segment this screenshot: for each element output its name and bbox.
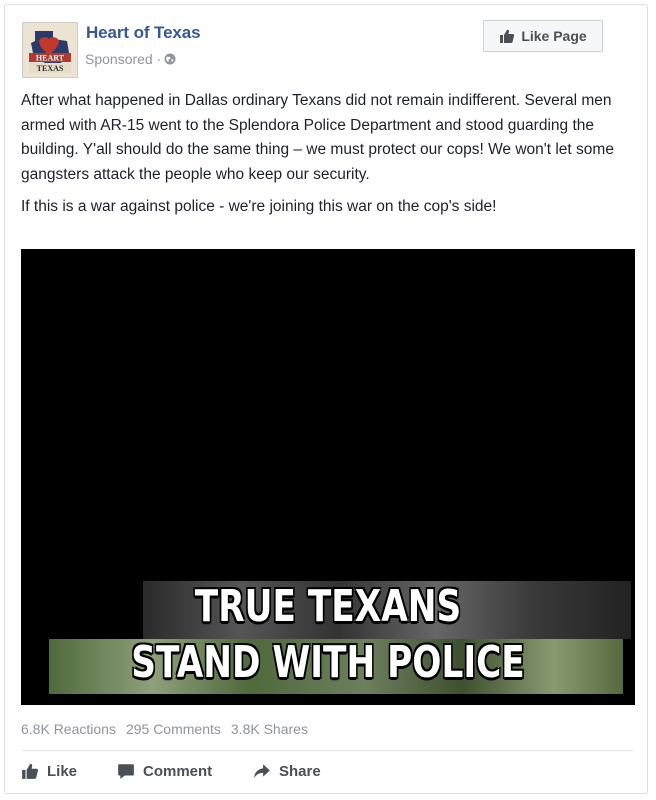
image-caption-line-2: STAND WITH POLICE xyxy=(131,637,525,688)
like-page-label: Like Page xyxy=(521,28,587,44)
post-paragraph-2: If this is a war against police - we're … xyxy=(21,198,497,215)
sponsored-text[interactable]: Sponsored · xyxy=(85,51,161,67)
sponsored-post-card: HEART TEXAS Heart of Texas Sponsored · L… xyxy=(4,4,648,794)
page-avatar[interactable]: HEART TEXAS xyxy=(22,22,78,78)
share-arrow-icon xyxy=(253,762,271,780)
like-label: Like xyxy=(47,762,78,780)
thumbs-up-icon xyxy=(21,762,39,780)
comments-count[interactable]: 295 Comments xyxy=(126,721,221,737)
post-text: After what happened in Dallas ordinary T… xyxy=(21,89,621,228)
share-label: Share xyxy=(279,762,321,780)
share-button[interactable]: Share xyxy=(253,762,333,780)
comment-label: Comment xyxy=(143,762,213,780)
action-bar: Like Comment Share xyxy=(21,762,333,780)
svg-text:HEART: HEART xyxy=(36,54,65,63)
thumbs-up-icon xyxy=(499,28,515,44)
like-button[interactable]: Like xyxy=(21,762,117,780)
comment-button[interactable]: Comment xyxy=(117,762,253,780)
page-name-link[interactable]: Heart of Texas xyxy=(86,23,201,43)
post-image[interactable]: TRUE TEXANS STAND WITH POLICE xyxy=(21,249,635,705)
post-paragraph-1: After what happened in Dallas ordinary T… xyxy=(21,92,614,183)
image-caption-line-1: TRUE TEXANS xyxy=(194,581,462,632)
sponsored-label: Sponsored · xyxy=(85,51,176,67)
divider xyxy=(21,750,633,751)
svg-text:TEXAS: TEXAS xyxy=(37,64,64,73)
reactions-count[interactable]: 6.8K Reactions xyxy=(21,721,116,737)
globe-icon xyxy=(164,53,176,65)
comment-bubble-icon xyxy=(117,762,135,780)
like-page-button[interactable]: Like Page xyxy=(483,20,603,52)
shares-count[interactable]: 3.8K Shares xyxy=(231,721,308,737)
engagement-stats: 6.8K Reactions 295 Comments 3.8K Shares xyxy=(21,721,308,737)
